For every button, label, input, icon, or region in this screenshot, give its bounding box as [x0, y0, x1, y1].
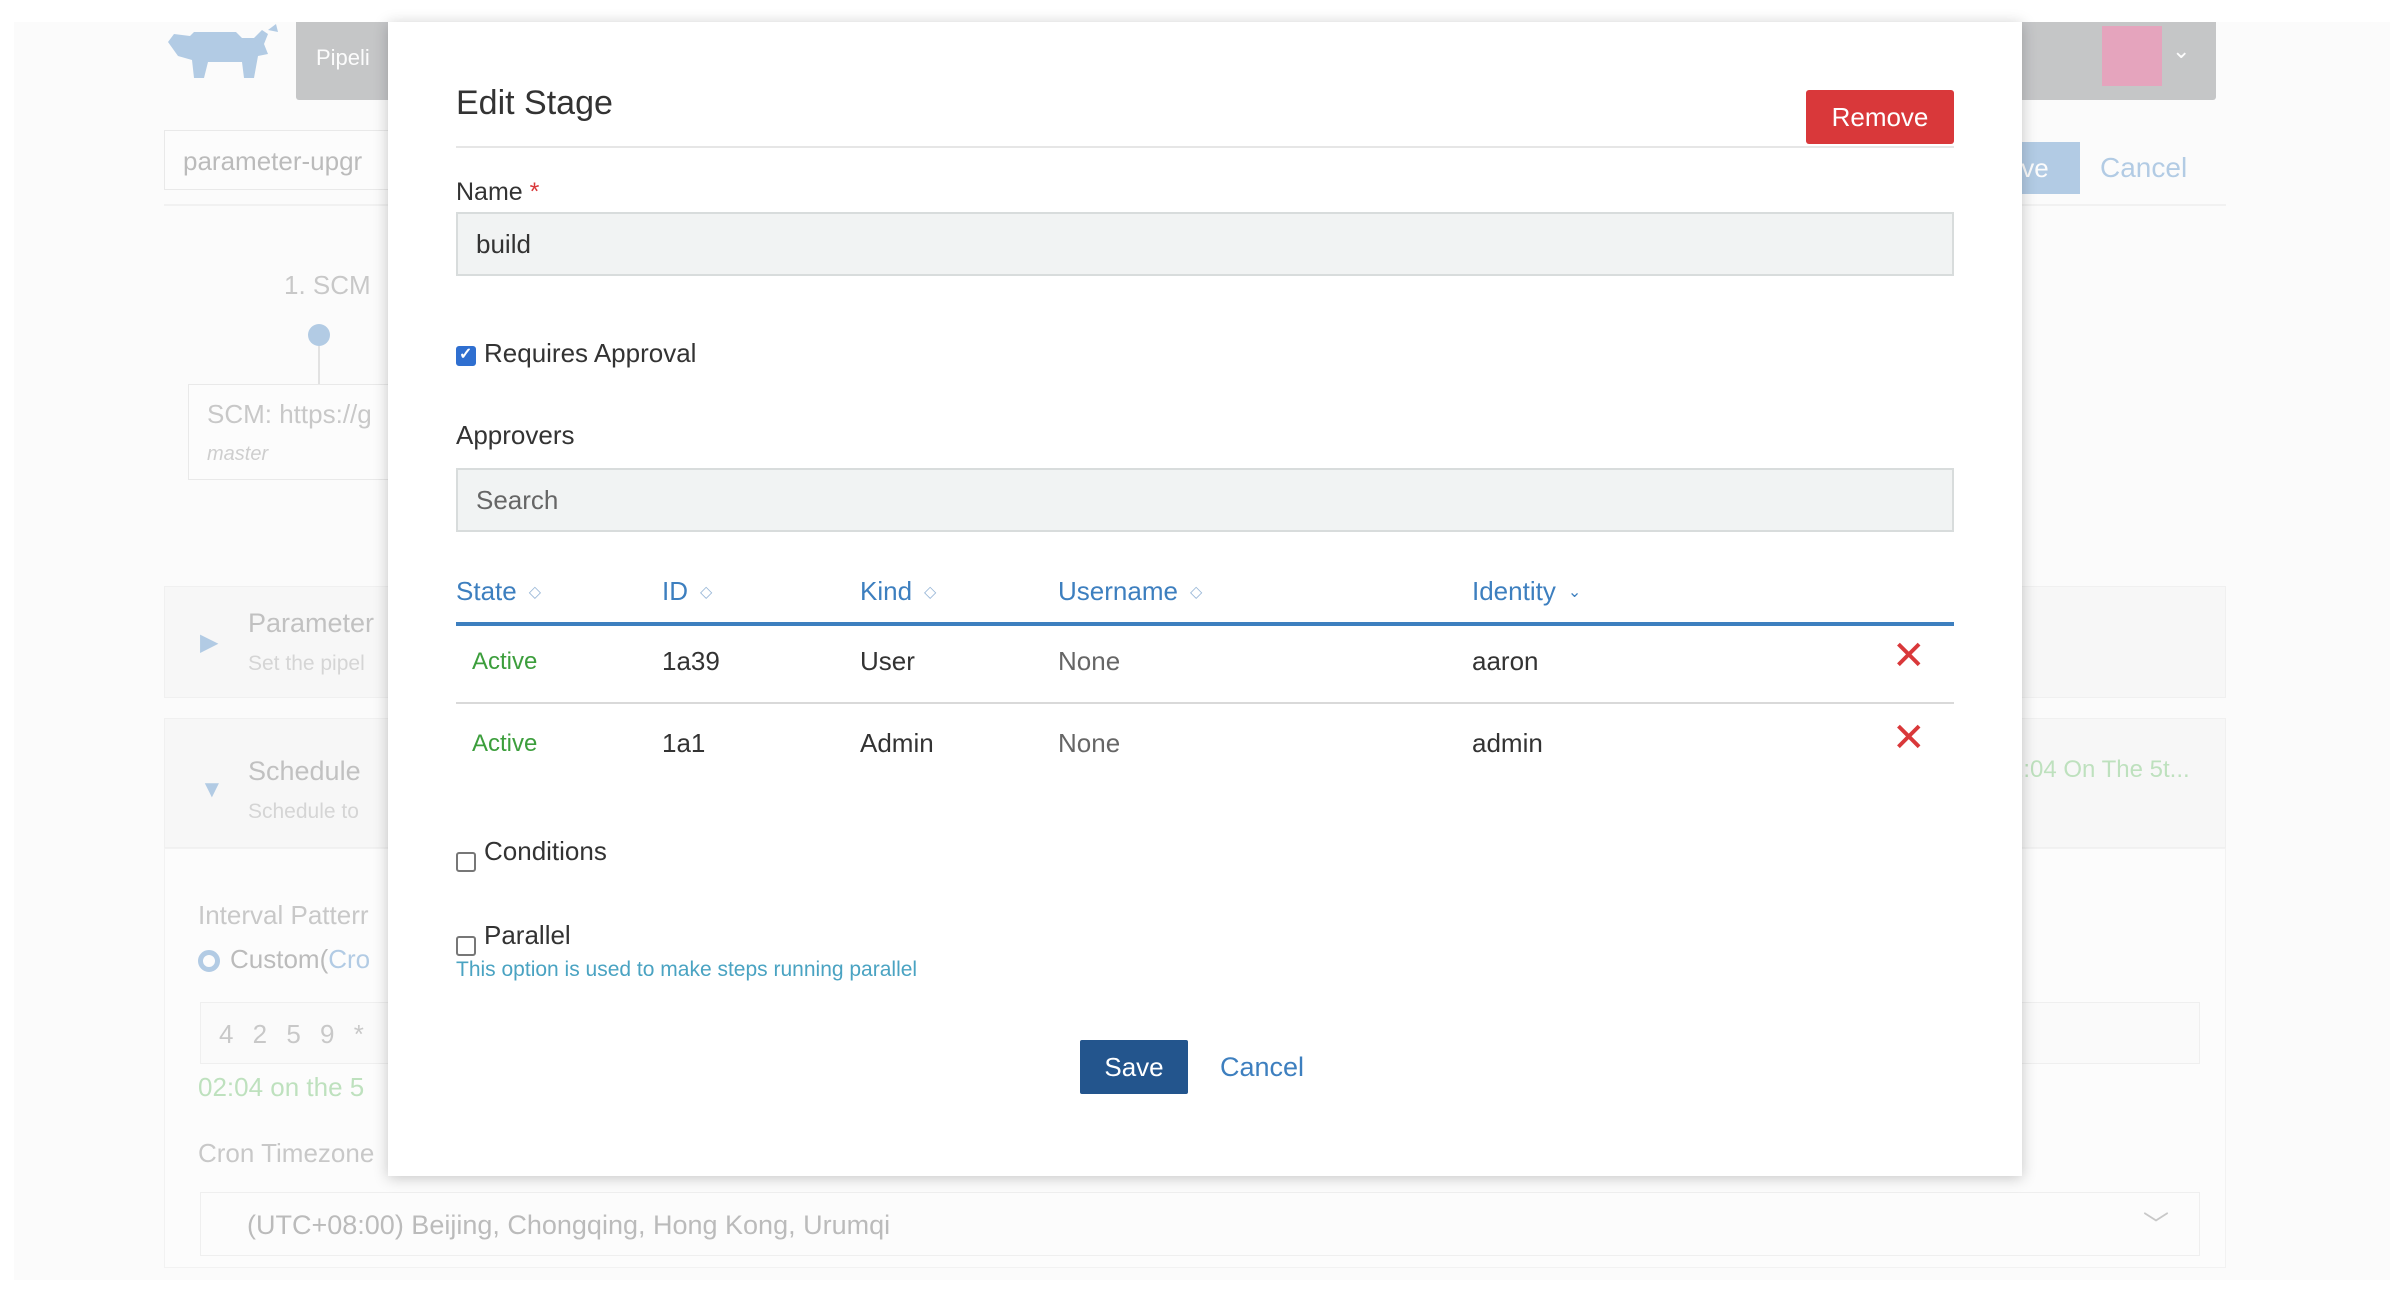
stage-connector — [318, 346, 320, 386]
stage-dot-icon — [308, 324, 330, 346]
table-row: Active 1a39 User None aaron ✕ — [456, 622, 1954, 704]
column-header-state[interactable]: State ◇ — [456, 576, 541, 607]
sort-desc-icon: ⌄ — [1567, 584, 1582, 602]
column-header-username[interactable]: Username ◇ — [1058, 576, 1202, 607]
chevron-down-icon[interactable]: ⌄ — [2172, 38, 2190, 64]
approvers-label: Approvers — [456, 420, 575, 450]
remove-approver-icon[interactable]: ✕ — [1892, 636, 1926, 676]
pipeline-cancel-link[interactable]: Cancel — [2100, 152, 2187, 184]
name-input[interactable] — [456, 212, 1954, 276]
title-divider — [456, 146, 1954, 148]
parameters-panel-title: Parameter — [248, 608, 375, 638]
sort-icon: ◇ — [924, 584, 937, 602]
approvers-search-input[interactable] — [456, 468, 1954, 532]
parameters-panel-subtitle: Set the pipel — [248, 652, 365, 675]
name-label: Name * — [456, 178, 540, 206]
schedule-panel-subtitle: Schedule to — [248, 800, 359, 823]
row-kind: Admin — [860, 728, 934, 758]
chevron-down-icon: ﹀ — [2142, 1210, 2169, 1240]
cancel-button[interactable]: Cancel — [1220, 1052, 1304, 1083]
sort-icon: ◇ — [700, 584, 713, 602]
sort-icon: ◇ — [528, 584, 542, 602]
timezone-label: Cron Timezone — [198, 1138, 375, 1168]
requires-approval-checkbox[interactable] — [456, 344, 476, 366]
caret-down-icon[interactable]: ▼ — [200, 776, 224, 804]
table-row: Active 1a1 Admin None admin ✕ — [456, 704, 1954, 784]
custom-radio[interactable] — [198, 950, 220, 972]
parallel-checkbox[interactable] — [456, 936, 476, 956]
row-id: 1a1 — [662, 728, 706, 758]
row-username: None — [1058, 646, 1121, 676]
row-kind: User — [860, 646, 915, 676]
avatar[interactable] — [2102, 26, 2162, 86]
column-header-identity[interactable]: Identity ⌄ — [1472, 576, 1581, 607]
row-state: Active — [472, 648, 538, 675]
row-state: Active — [472, 730, 538, 757]
scm-step-card[interactable]: SCM: https://g master — [188, 384, 398, 480]
schedule-panel-title: Schedule — [248, 756, 361, 786]
caret-right-icon[interactable]: ▶ — [200, 628, 218, 657]
row-username: None — [1058, 728, 1121, 758]
remove-approver-icon[interactable]: ✕ — [1892, 718, 1926, 758]
cron-description: 02:04 on the 5 — [198, 1072, 365, 1102]
timezone-value: (UTC+08:00) Beijing, Chongqing, Hong Kon… — [247, 1210, 891, 1240]
parallel-help-text: This option is used to make steps runnin… — [456, 958, 918, 981]
sort-icon: ◇ — [1189, 584, 1203, 602]
save-button[interactable]: Save — [1080, 1040, 1188, 1094]
column-header-kind[interactable]: Kind ◇ — [860, 576, 936, 607]
edit-stage-modal: Edit Stage Remove Name * Requires Approv… — [388, 22, 2022, 1176]
custom-radio-label: Custom(Cro — [230, 944, 371, 974]
scm-step-text: SCM: https://g — [207, 399, 372, 429]
conditions-checkbox[interactable] — [456, 852, 476, 872]
approvers-table-header: State ◇ ID ◇ Kind ◇ Username ◇ Identity ⌄ — [456, 570, 1954, 626]
row-id: 1a39 — [662, 646, 720, 676]
rancher-logo-icon — [168, 24, 278, 78]
required-marker: * — [529, 178, 540, 206]
stage-label: 1. SCM — [284, 270, 371, 300]
conditions-label[interactable]: Conditions — [484, 836, 607, 867]
column-header-id[interactable]: ID ◇ — [662, 576, 712, 607]
interval-pattern-label: Interval Patterr — [198, 900, 369, 930]
schedule-summary: 2:04 On The 5t... — [2010, 756, 2190, 783]
requires-approval-label[interactable]: Requires Approval — [484, 338, 696, 369]
row-identity: aaron — [1472, 646, 1539, 676]
timezone-select[interactable]: (UTC+08:00) Beijing, Chongqing, Hong Kon… — [200, 1192, 2200, 1256]
parallel-label[interactable]: Parallel — [484, 920, 571, 951]
pipeline-name-input[interactable]: parameter-upgr — [164, 130, 394, 190]
scm-step-branch: master — [207, 443, 269, 465]
row-identity: admin — [1472, 728, 1543, 758]
remove-button[interactable]: Remove — [1806, 90, 1954, 144]
modal-title: Edit Stage — [456, 84, 613, 122]
